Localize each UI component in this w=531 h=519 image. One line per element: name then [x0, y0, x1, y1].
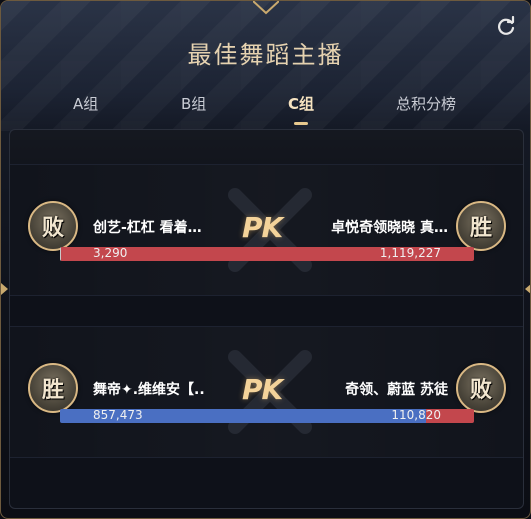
- group-tabs: A组 B组 C组 总积分榜: [1, 93, 530, 123]
- result-badge: 败: [469, 378, 492, 403]
- result-badge: 败: [41, 216, 64, 241]
- right-avatar[interactable]: 败: [456, 363, 506, 413]
- leaderboard-panel: 最佳舞蹈主播 A组 B组 C组 总积分榜 败 创艺-杠杠 看着… PK 卓悦奇领…: [0, 0, 531, 519]
- left-avatar[interactable]: 胜: [28, 363, 78, 413]
- right-streamer-name[interactable]: 卓悦奇领晓晓 真…: [318, 217, 448, 237]
- match-card: 胜 舞帝✦.维维安【.. PK 奇领、蔚蓝 苏徒 败 857,473 110,8…: [10, 326, 523, 458]
- right-score: 1,119,227: [379, 246, 441, 260]
- tab-group-b[interactable]: B组: [181, 93, 206, 114]
- pk-label: PK: [242, 373, 283, 406]
- match-card: 败 创艺-杠杠 看着… PK 卓悦奇领晓晓 真… 胜 3,290 1,119,2…: [10, 164, 523, 296]
- match-list: 败 创艺-杠杠 看着… PK 卓悦奇领晓晓 真… 胜 3,290 1,119,2…: [9, 129, 524, 509]
- refresh-icon[interactable]: [495, 16, 517, 38]
- result-badge: 胜: [41, 378, 64, 403]
- tab-group-c[interactable]: C组: [288, 93, 314, 114]
- page-title: 最佳舞蹈主播: [187, 41, 344, 69]
- active-tab-indicator: [294, 122, 308, 125]
- left-avatar[interactable]: 败: [28, 201, 78, 251]
- tab-total-ranking[interactable]: 总积分榜: [396, 93, 456, 114]
- left-streamer-name[interactable]: 舞帝✦.维维安【..: [93, 379, 228, 399]
- result-badge: 胜: [469, 216, 492, 241]
- left-score: 3,290: [93, 246, 128, 260]
- tab-group-a[interactable]: A组: [73, 93, 98, 114]
- left-edge-ornament: [1, 283, 8, 295]
- left-score: 857,473: [93, 408, 143, 422]
- top-notch-ornament: [253, 1, 279, 15]
- right-avatar[interactable]: 胜: [456, 201, 506, 251]
- pk-label: PK: [242, 211, 283, 244]
- right-score: 110,820: [391, 408, 441, 422]
- right-streamer-name[interactable]: 奇领、蔚蓝 苏徒: [318, 379, 448, 399]
- left-streamer-name[interactable]: 创艺-杠杠 看着…: [93, 217, 233, 237]
- right-edge-ornament: [525, 284, 530, 294]
